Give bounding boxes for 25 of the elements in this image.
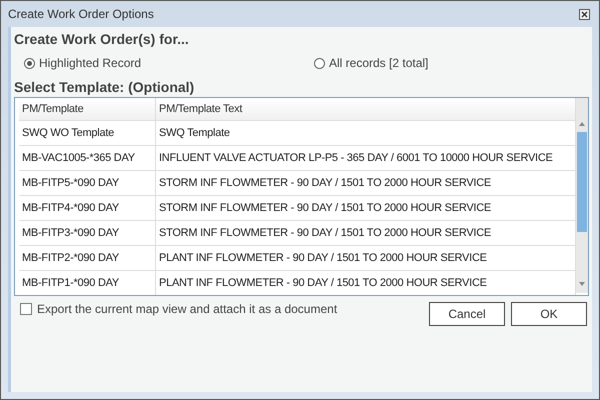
table-cell: MB-FITP5-*090 DAY xyxy=(19,171,156,195)
radio-label: All records [2 total] xyxy=(329,56,428,70)
table-row[interactable]: MB-VAC1005-*365 DAY INFLUENT VALVE ACTUATOR LP-P5 - 365 DAY / 6001 TO 10000 HOUR SERVICE xyxy=(19,146,576,171)
window-title: Create Work Order Options xyxy=(8,7,154,21)
close-icon[interactable] xyxy=(579,8,590,20)
table-row[interactable]: MB-FITP3-*090 DAY STORM INF FLOWMETER - 90 DAY / 1501 TO 2000 HOUR SERVICE xyxy=(19,221,576,246)
section-heading: Select Template: (Optional) xyxy=(14,79,196,95)
radio-option[interactable]: Highlighted Record xyxy=(24,56,314,70)
radio-option[interactable]: All records [2 total] xyxy=(314,56,579,70)
table-row[interactable]: MB-FITP2-*090 DAY PLANT INF FLOWMETER - 90 DAY / 1501 TO 2000 HOUR SERVICE xyxy=(19,246,576,271)
column-header[interactable]: PM/Template xyxy=(19,98,156,120)
section-heading: Create Work Order(s) for... xyxy=(14,31,190,47)
table-cell: MB-FITP4-*090 DAY xyxy=(19,196,156,220)
dialog-button[interactable]: Cancel xyxy=(429,302,505,326)
table-cell: MB-FITP2-*090 DAY xyxy=(19,246,156,270)
table-row[interactable]: MB-FITP5-*090 DAY STORM INF FLOWMETER - 90 DAY / 1501 TO 2000 HOUR SERVICE xyxy=(19,171,576,196)
table-row[interactable]: SWQ WO Template SWQ Template xyxy=(19,121,576,146)
dialog-button[interactable]: OK xyxy=(511,302,587,326)
table-row[interactable]: MB-FITP4-*090 DAY STORM INF FLOWMETER - 90 DAY / 1501 TO 2000 HOUR SERVICE xyxy=(19,196,576,221)
table-cell: SWQ WO Template xyxy=(19,121,156,145)
table-cell: MB-FITP1-*090 DAY xyxy=(19,271,156,295)
scrollbar[interactable] xyxy=(576,98,588,293)
table-cell: MB-FITP3-*090 DAY xyxy=(19,221,156,245)
table-cell: MB-VAC1005-*365 DAY xyxy=(19,146,156,170)
radio-label: Highlighted Record xyxy=(39,56,142,70)
